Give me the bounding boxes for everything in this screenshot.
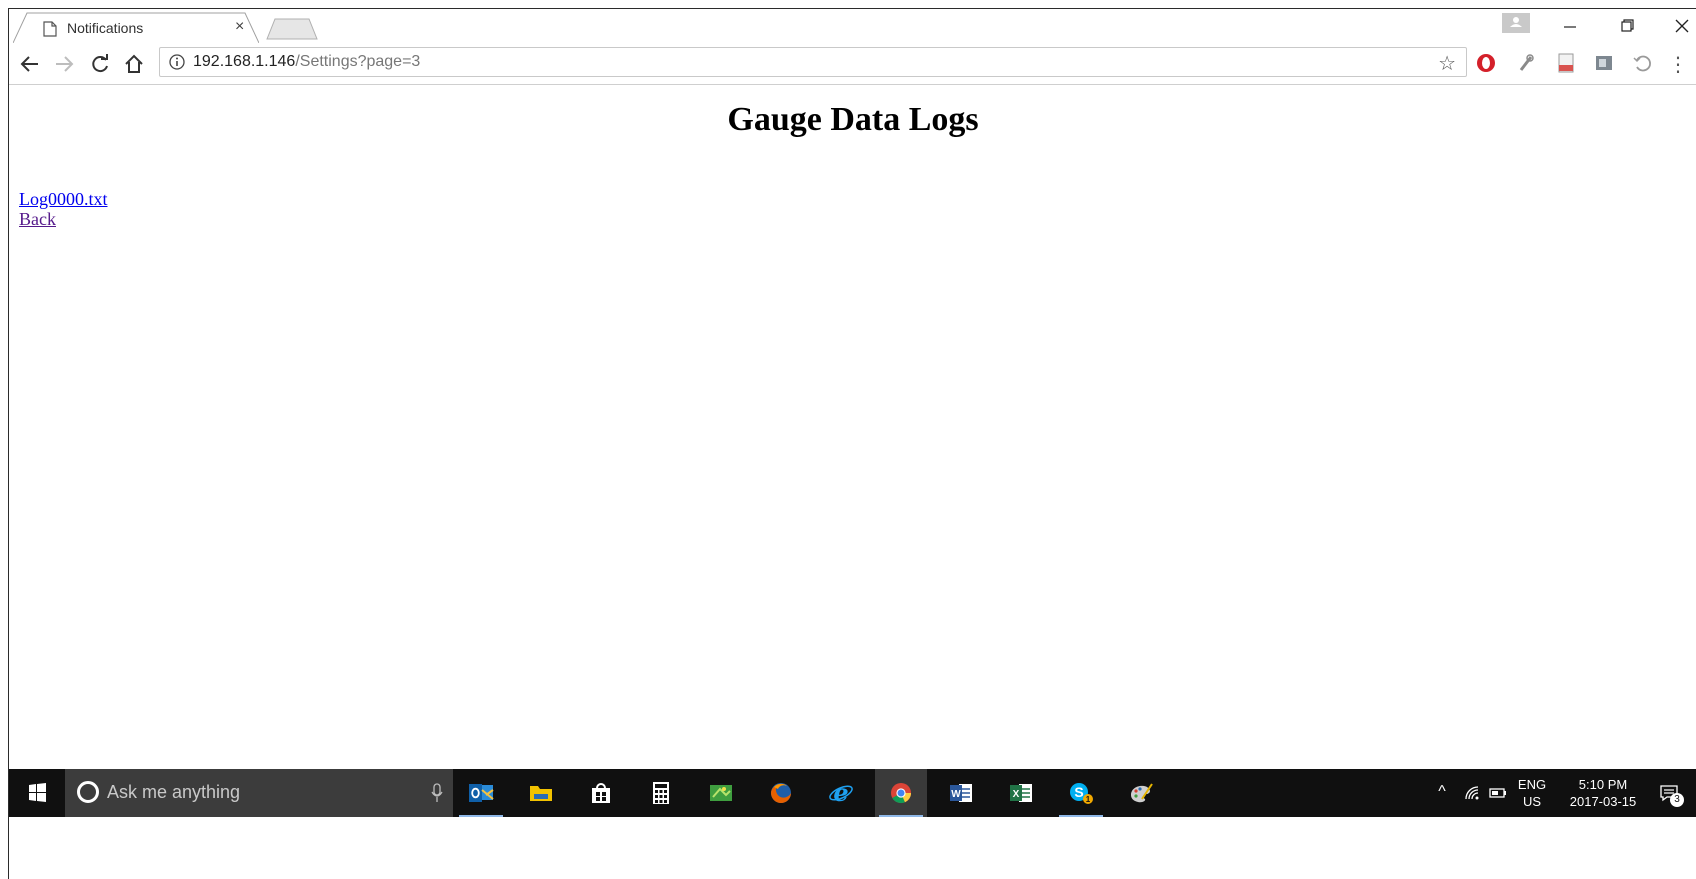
history-icon-graphic xyxy=(1633,55,1651,72)
clock-date: 2017-03-15 xyxy=(1569,794,1637,809)
svg-text:e: e xyxy=(833,781,848,805)
page-content: Gauge Data Logs Log0000.txt Back xyxy=(9,85,1696,769)
forward-arrow-icon xyxy=(56,56,74,72)
back-button[interactable] xyxy=(19,53,41,75)
file-explorer-icon xyxy=(530,786,552,801)
taskbar-app-game[interactable] xyxy=(695,769,747,817)
svg-text:1: 1 xyxy=(1086,795,1091,804)
browser-window: Notifications × 192.168.1.146/Settings?p… xyxy=(8,8,1696,879)
taskbar-app-skype[interactable]: S 1 xyxy=(1055,769,1107,817)
url-path: /Settings?page=3 xyxy=(295,53,421,70)
tab-close-icon[interactable]: × xyxy=(235,18,244,36)
skype-icon: S 1 xyxy=(1070,783,1093,804)
back-arrow-icon xyxy=(20,56,38,72)
minimize-icon xyxy=(1564,26,1576,28)
log-file-link[interactable]: Log0000.txt xyxy=(19,189,108,209)
outlook-icon xyxy=(469,784,494,802)
profile-icon xyxy=(1510,17,1522,27)
svg-text:S: S xyxy=(1074,784,1083,800)
new-tab-button[interactable] xyxy=(265,18,321,40)
game-icon xyxy=(710,785,732,801)
history-icon[interactable] xyxy=(1631,52,1653,74)
pen-icon[interactable] xyxy=(1515,52,1537,74)
calculator-icon xyxy=(653,782,669,804)
opera-red-icon[interactable] xyxy=(1475,52,1497,74)
tab-notifications[interactable]: Notifications × xyxy=(13,12,259,43)
windows-logo-icon xyxy=(29,783,46,802)
start-button[interactable] xyxy=(9,769,65,817)
app-running-indicator xyxy=(459,815,503,817)
pdf-icon-graphic xyxy=(1558,53,1574,73)
notification-count-badge: 3 xyxy=(1670,793,1684,807)
app-running-indicator xyxy=(879,815,923,817)
cortana-icon xyxy=(77,781,99,803)
chrome-icon xyxy=(891,783,912,804)
close-icon xyxy=(1675,19,1689,33)
paint-icon xyxy=(1131,783,1153,803)
svg-text:W: W xyxy=(951,789,961,800)
browser-toolbar: 192.168.1.146/Settings?page=3 ☆ ⋮ xyxy=(9,43,1696,85)
reload-icon xyxy=(92,54,108,73)
app-running-indicator xyxy=(1059,815,1103,817)
url-host: 192.168.1.146 xyxy=(193,53,296,70)
profile-button[interactable] xyxy=(1502,13,1530,33)
log-links: Log0000.txt Back xyxy=(19,189,108,229)
wifi-icon[interactable] xyxy=(1462,783,1482,803)
store-icon xyxy=(592,783,610,803)
taskbar-app-internet-explorer[interactable]: e xyxy=(815,769,867,817)
region-code: US xyxy=(1522,794,1542,809)
reload-button[interactable] xyxy=(89,53,111,75)
forward-button[interactable] xyxy=(53,53,75,75)
taskbar-app-firefox[interactable] xyxy=(755,769,807,817)
taskbar-app-chrome[interactable] xyxy=(875,769,927,817)
taskbar-app-store[interactable] xyxy=(575,769,627,817)
battery-icon[interactable] xyxy=(1488,783,1508,803)
taskbar-app-paint[interactable] xyxy=(1115,769,1167,817)
close-window-button[interactable] xyxy=(1672,17,1692,35)
word-icon: W xyxy=(950,784,972,802)
taskbar-app-word[interactable]: W xyxy=(935,769,987,817)
screenshot-icon-graphic xyxy=(1596,56,1612,70)
address-bar[interactable]: 192.168.1.146/Settings?page=3 ☆ xyxy=(159,47,1467,77)
restore-button[interactable] xyxy=(1617,17,1637,35)
tab-strip: Notifications × xyxy=(9,9,1696,43)
ie-icon: e xyxy=(829,781,853,805)
tray-overflow-chevron-icon[interactable]: ^ xyxy=(1432,783,1452,803)
language-code: ENG xyxy=(1517,777,1547,792)
taskbar-app-calculator[interactable] xyxy=(635,769,687,817)
clock[interactable]: 5:10 PM 2017-03-15 xyxy=(1562,776,1644,810)
pen-icon-graphic xyxy=(1519,54,1534,71)
screenshot-icon[interactable] xyxy=(1593,52,1615,74)
search-placeholder: Ask me anything xyxy=(107,782,241,802)
microphone-icon[interactable] xyxy=(431,783,443,803)
opera-red-icon-graphic xyxy=(1477,54,1495,72)
back-link[interactable]: Back xyxy=(19,209,108,229)
firefox-icon xyxy=(771,783,791,803)
input-language-indicator[interactable]: ENG US xyxy=(1512,776,1552,810)
pdf-icon[interactable] xyxy=(1555,52,1577,74)
clock-time: 5:10 PM xyxy=(1578,777,1628,792)
cortana-search-box[interactable]: Ask me anything xyxy=(65,769,453,817)
home-icon xyxy=(125,54,143,73)
minimize-button[interactable] xyxy=(1560,17,1580,35)
restore-icon xyxy=(1621,19,1634,32)
browser-menu-icon[interactable]: ⋮ xyxy=(1667,52,1689,76)
info-icon[interactable] xyxy=(169,54,185,70)
taskbar-app-excel[interactable]: X xyxy=(995,769,1047,817)
bookmark-star-icon[interactable]: ☆ xyxy=(1438,51,1456,75)
excel-icon: X xyxy=(1010,784,1032,802)
taskbar-app-outlook[interactable] xyxy=(455,769,507,817)
svg-text:X: X xyxy=(1013,789,1020,800)
page-title: Gauge Data Logs xyxy=(727,101,979,138)
screen: Notifications × 192.168.1.146/Settings?p… xyxy=(0,0,1696,879)
home-button[interactable] xyxy=(123,53,145,75)
tab-title: Notifications xyxy=(67,20,144,36)
url-text: 192.168.1.146/Settings?page=3 xyxy=(193,53,420,71)
taskbar-app-file-explorer[interactable] xyxy=(515,769,567,817)
page-icon xyxy=(43,21,57,37)
taskbar: Ask me anything e W X S 1 ^ ENG US 5:10 … xyxy=(9,769,1696,817)
